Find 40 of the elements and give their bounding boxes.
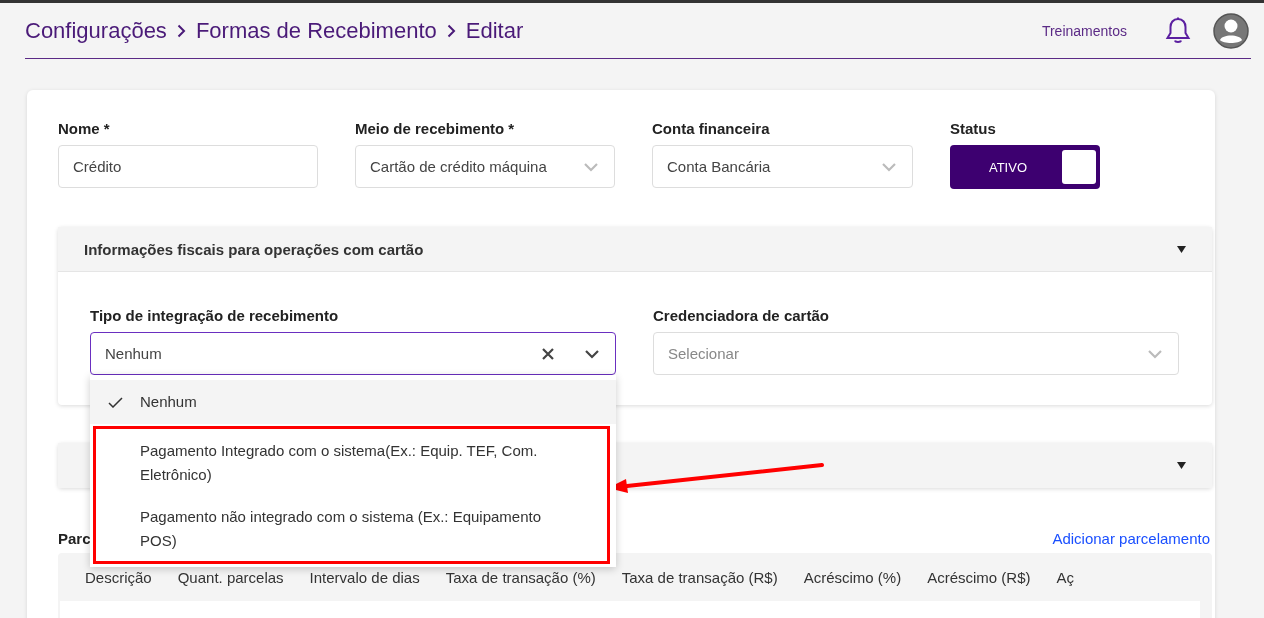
section-title: Parc [58, 530, 91, 547]
column-header: Intervalo de dias [309, 568, 420, 586]
breadcrumb-item[interactable]: Formas de Recebimento [195, 17, 437, 44]
field-label: Conta financeira [652, 120, 771, 137]
trainings-link[interactable]: Treinamentos [1041, 22, 1127, 39]
column-header: Descrição [85, 568, 152, 586]
caret-icon [1177, 462, 1186, 469]
status-toggle[interactable]: ATIVO [950, 145, 1100, 189]
add-installment-link[interactable]: Adicionar parcelamento [1052, 530, 1210, 547]
chevron-down-icon [1147, 348, 1163, 359]
select-field[interactable]: Selecionar [653, 332, 1179, 375]
caret-icon [1177, 245, 1186, 253]
chevron-right-icon [446, 23, 456, 38]
check-icon [108, 397, 123, 408]
field-label: Meio de recebimento * [355, 120, 516, 137]
column-header: Taxa de transação (R$) [621, 568, 778, 586]
panel-title[interactable]: Informações fiscais para operações com cartão [84, 240, 424, 258]
dropdown-option[interactable]: Nenhum [90, 380, 616, 424]
column-header: Quant. parcelas [177, 568, 284, 586]
column-header: Acréscimo (%) [803, 568, 902, 586]
chevron-right-icon [176, 23, 186, 38]
clear-icon[interactable] [542, 347, 554, 360]
column-header: Aç [1056, 568, 1075, 586]
avatar-icon[interactable] [1213, 12, 1249, 49]
select-field[interactable]: Cartão de crédito máquina [355, 145, 615, 188]
chevron-down-icon [583, 161, 599, 172]
field-label: Nome * [58, 120, 111, 137]
column-header: Taxa de transação (%) [445, 568, 596, 586]
combo-field[interactable]: Nenhum [90, 332, 616, 375]
field-label: Tipo de integração de recebimento [90, 307, 340, 324]
chevron-down-icon [881, 161, 897, 172]
breadcrumb-item: Editar [465, 17, 524, 44]
select-field[interactable]: Conta Bancária [652, 145, 913, 188]
field-label: Status [950, 120, 997, 137]
name-field[interactable]: Crédito [58, 145, 318, 188]
column-header: Acréscimo (R$) [927, 568, 1031, 586]
breadcrumb-item[interactable]: Configurações [25, 17, 167, 44]
field-label: Credenciadora de cartão [653, 307, 830, 324]
bell-icon[interactable] [1165, 17, 1191, 44]
chevron-down-icon [584, 348, 600, 359]
